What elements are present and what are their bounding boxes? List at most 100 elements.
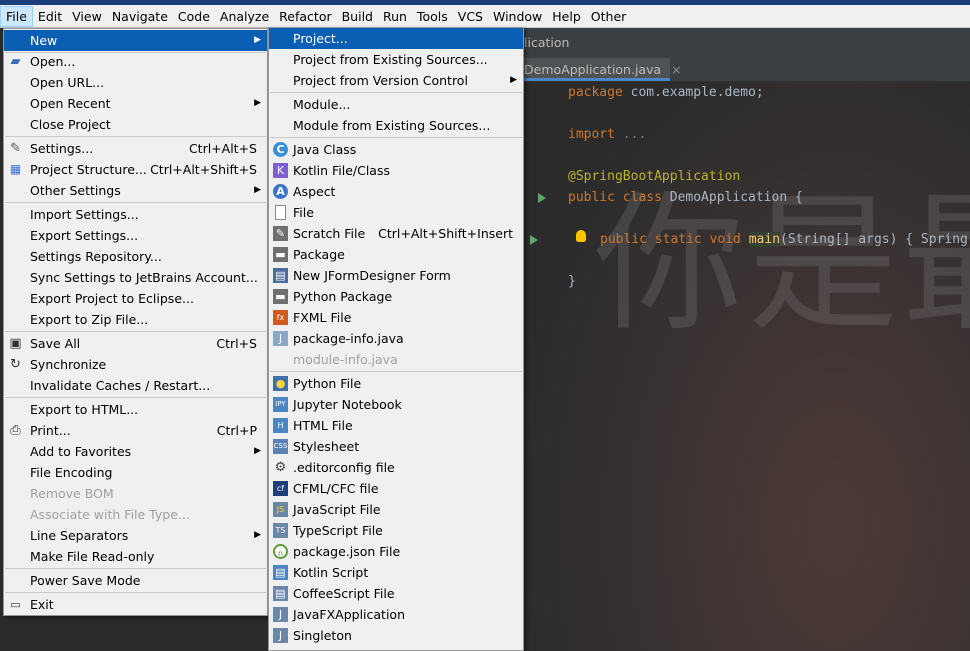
- menu-item-python-package[interactable]: ▬ Python Package: [269, 286, 523, 307]
- menu-item-editorconfig[interactable]: ⚙ .editorconfig file: [269, 457, 523, 478]
- code-line-annotation: @SpringBootApplication: [568, 169, 741, 184]
- menu-item-scratch-file[interactable]: ✎ Scratch File Ctrl+Alt+Shift+Insert: [269, 223, 523, 244]
- menu-item-open[interactable]: ▰ Open...: [4, 51, 267, 72]
- menu-item-new[interactable]: New ▶: [4, 30, 267, 51]
- menu-item-coffeescript[interactable]: ▤ CoffeeScript File: [269, 583, 523, 604]
- menu-analyze[interactable]: Analyze: [215, 6, 274, 27]
- menu-item-fxml-file[interactable]: fx FXML File: [269, 307, 523, 328]
- kotlin-icon: K: [273, 163, 288, 178]
- print-icon: ⎙: [10, 423, 21, 438]
- code-line-import: import ...: [568, 127, 647, 142]
- menu-item-export-settings[interactable]: Export Settings...: [4, 225, 267, 246]
- menu-item-module-existing-sources[interactable]: Module from Existing Sources...: [269, 115, 523, 136]
- menu-item-new-project[interactable]: Project...: [269, 28, 523, 49]
- menu-item-export-zip[interactable]: Export to Zip File...: [4, 309, 267, 330]
- menu-item-invalidate-caches[interactable]: Invalidate Caches / Restart...: [4, 375, 267, 396]
- menu-item-cfml[interactable]: cf CFML/CFC file: [269, 478, 523, 499]
- menu-item-settings-repository[interactable]: Settings Repository...: [4, 246, 267, 267]
- kotlin-script-icon: ▤: [273, 565, 288, 580]
- package-icon: ▬: [273, 247, 288, 262]
- menu-item-module[interactable]: Module...: [269, 94, 523, 115]
- code-editor[interactable]: lication DemoApplication.java× 你是最 packa…: [524, 28, 970, 651]
- menu-item-javascript[interactable]: JS JavaScript File: [269, 499, 523, 520]
- run-main-icon[interactable]: [530, 235, 538, 245]
- menu-item-sync-settings[interactable]: Sync Settings to JetBrains Account...: [4, 267, 267, 288]
- menu-item-settings[interactable]: ✎ Settings... Ctrl+Alt+S: [4, 138, 267, 159]
- menu-tools[interactable]: Tools: [412, 6, 453, 27]
- code-line-close: }: [568, 274, 576, 289]
- menu-item-package-info[interactable]: Jpackage-info.java: [269, 328, 523, 349]
- menu-item-python-file[interactable]: ● Python File: [269, 373, 523, 394]
- python-icon: ●: [273, 376, 288, 391]
- menu-item-line-separators[interactable]: Line Separators ▶: [4, 525, 267, 546]
- run-class-icon[interactable]: [538, 193, 546, 203]
- menu-item-make-read-only[interactable]: Make File Read-only: [4, 546, 267, 567]
- menu-item-export-html[interactable]: Export to HTML...: [4, 399, 267, 420]
- menu-item-kotlin-class[interactable]: K Kotlin File/Class: [269, 160, 523, 181]
- menu-item-project-structure[interactable]: ▦ Project Structure... Ctrl+Alt+Shift+S: [4, 159, 267, 180]
- menu-item-javafx-app[interactable]: J JavaFXApplication: [269, 604, 523, 625]
- menu-item-module-info: module-info.java: [293, 352, 398, 367]
- menu-item-aspect[interactable]: A Aspect: [269, 181, 523, 202]
- menu-item-package[interactable]: ▬ Package: [269, 244, 523, 265]
- menu-item-import-settings[interactable]: Import Settings...: [4, 204, 267, 225]
- menu-item-open-recent[interactable]: Open Recent ▶: [4, 93, 267, 114]
- file-icon: [275, 205, 286, 220]
- menu-item-print[interactable]: ⎙ Print... Ctrl+P: [4, 420, 267, 441]
- menu-other[interactable]: Other: [586, 6, 632, 27]
- coffeescript-icon: ▤: [273, 586, 288, 601]
- singleton-icon: J: [273, 628, 288, 643]
- jupyter-icon: IPY: [273, 397, 288, 412]
- menu-item-file[interactable]: File: [269, 202, 523, 223]
- menu-run[interactable]: Run: [378, 6, 412, 27]
- menu-refactor[interactable]: Refactor: [274, 6, 336, 27]
- menu-item-power-save[interactable]: Power Save Mode: [4, 570, 267, 591]
- menu-item-html-file[interactable]: H HTML File: [269, 415, 523, 436]
- python-package-icon: ▬: [273, 289, 288, 304]
- menu-item-jupyter[interactable]: IPY Jupyter Notebook: [269, 394, 523, 415]
- menu-item-exit[interactable]: ▭ Exit: [4, 594, 267, 615]
- menu-item-kotlin-script[interactable]: ▤ Kotlin Script: [269, 562, 523, 583]
- tab-demo-application[interactable]: DemoApplication.java ×: [524, 58, 682, 81]
- menu-edit[interactable]: Edit: [33, 6, 67, 27]
- menu-item-singleton[interactable]: J Singleton: [269, 625, 523, 646]
- menu-item-close-project[interactable]: Close Project: [4, 114, 267, 135]
- menu-item-stylesheet[interactable]: CSS Stylesheet: [269, 436, 523, 457]
- menu-item-project-vcs[interactable]: Project from Version Control ▶: [269, 70, 523, 91]
- menu-build[interactable]: Build: [337, 6, 378, 27]
- new-submenu: Project... Project from Existing Sources…: [268, 27, 524, 651]
- menu-help[interactable]: Help: [547, 6, 586, 27]
- editor-tab-bar: DemoApplication.java ×: [524, 58, 970, 82]
- menu-navigate[interactable]: Navigate: [107, 6, 173, 27]
- tab-label: DemoApplication.java: [524, 62, 662, 77]
- exit-icon: ▭: [10, 598, 21, 611]
- lightbulb-icon[interactable]: [576, 230, 586, 242]
- code-line-class: public class DemoApplication {: [568, 190, 803, 205]
- menu-item-typescript[interactable]: TS TypeScript File: [269, 520, 523, 541]
- fxml-icon: fx: [273, 310, 288, 325]
- menu-item-file-encoding[interactable]: File Encoding: [4, 462, 267, 483]
- save-icon: ▣: [9, 336, 22, 351]
- code-line-package: package com.example.demo;: [568, 85, 764, 100]
- css-icon: CSS: [273, 439, 288, 454]
- java-file-icon: J: [273, 331, 288, 346]
- menu-item-other-settings[interactable]: Other Settings ▶: [4, 180, 267, 201]
- close-icon[interactable]: ×: [671, 62, 681, 77]
- menu-item-add-favorites[interactable]: Add to Favorites ▶: [4, 441, 267, 462]
- menu-file[interactable]: File: [0, 5, 33, 27]
- menu-item-package-json[interactable]: n package.json File: [269, 541, 523, 562]
- menu-window[interactable]: Window: [488, 6, 547, 27]
- menu-item-save-all[interactable]: ▣ Save All Ctrl+S: [4, 333, 267, 354]
- sync-icon: ↻: [10, 357, 21, 372]
- menu-item-java-class[interactable]: C Java Class: [269, 139, 523, 160]
- menu-item-jformdesigner[interactable]: ▤ New JFormDesigner Form: [269, 265, 523, 286]
- html-icon: H: [273, 418, 288, 433]
- menu-code[interactable]: Code: [173, 6, 215, 27]
- menu-item-open-url[interactable]: Open URL...: [4, 72, 267, 93]
- menu-vcs[interactable]: VCS: [453, 6, 488, 27]
- menu-view[interactable]: View: [67, 6, 107, 27]
- menu-item-project-existing-sources[interactable]: Project from Existing Sources...: [269, 49, 523, 70]
- menu-item-export-eclipse[interactable]: Export Project to Eclipse...: [4, 288, 267, 309]
- menu-item-synchronize[interactable]: ↻ Synchronize: [4, 354, 267, 375]
- cfml-icon: cf: [273, 481, 288, 496]
